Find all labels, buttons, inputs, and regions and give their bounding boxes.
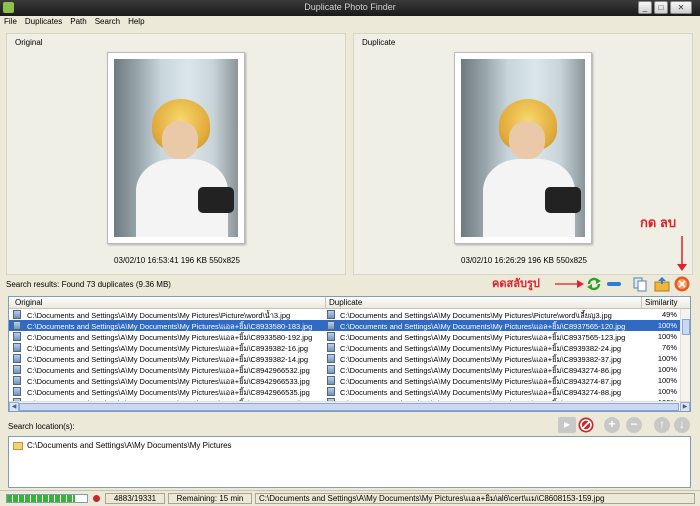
duplicate-label: Duplicate bbox=[362, 38, 396, 47]
table-row[interactable]: C:\Documents and Settings\A\My Documents… bbox=[9, 386, 681, 397]
delete-annotation: กด ลบ bbox=[640, 215, 677, 230]
file-icon bbox=[327, 332, 335, 341]
swap-icon[interactable] bbox=[586, 276, 602, 292]
table-row[interactable]: C:\Documents and Settings\A\My Documents… bbox=[9, 353, 681, 364]
col-original[interactable]: Original bbox=[15, 298, 43, 307]
menu-help[interactable]: Help bbox=[124, 16, 148, 27]
duplicate-preview-panel: Duplicate 03/02/10 16:26:29 196 KB 550x8… bbox=[353, 33, 693, 275]
maximize-button[interactable]: □ bbox=[654, 1, 668, 14]
results-table: Original Duplicate Similarity C:\Documen… bbox=[8, 296, 691, 412]
file-icon bbox=[13, 343, 21, 352]
table-row[interactable]: C:\Documents and Settings\A\My Documents… bbox=[9, 364, 681, 375]
add-location-icon[interactable]: + bbox=[604, 417, 620, 433]
similarity-value: 100% bbox=[657, 354, 677, 363]
scan-count: 4883/19331 bbox=[105, 493, 165, 504]
table-row[interactable]: C:\Documents and Settings\A\My Documents… bbox=[9, 375, 681, 386]
table-row[interactable]: C:\Documents and Settings\A\My Documents… bbox=[9, 309, 681, 320]
menu-path[interactable]: Path bbox=[66, 16, 90, 27]
swap-arrow-icon bbox=[555, 280, 584, 288]
original-caption: 03/02/10 16:53:41 196 KB 550x825 bbox=[114, 256, 240, 265]
file-icon bbox=[327, 376, 335, 385]
minimize-button[interactable]: _ bbox=[638, 1, 652, 14]
col-duplicate[interactable]: Duplicate bbox=[329, 298, 362, 307]
status-bar: 4883/19331 Remaining: 15 min C:\Document… bbox=[0, 490, 700, 506]
swap-annotation: คดสลับรูป bbox=[492, 278, 540, 290]
menu-search[interactable]: Search bbox=[91, 16, 124, 27]
file-icon bbox=[13, 376, 21, 385]
scroll-right-button[interactable]: ▶ bbox=[680, 402, 690, 411]
similarity-value: 49% bbox=[661, 310, 677, 319]
file-icon bbox=[327, 365, 335, 374]
table-row[interactable]: C:\Documents and Settings\A\My Documents… bbox=[9, 320, 681, 331]
move-up-icon[interactable]: ↑ bbox=[654, 417, 670, 433]
copy-icon[interactable] bbox=[632, 276, 648, 292]
similarity-value: 100% bbox=[657, 365, 677, 374]
table-row[interactable]: C:\Documents and Settings\A\My Documents… bbox=[9, 331, 681, 342]
time-remaining: Remaining: 15 min bbox=[168, 493, 252, 504]
vertical-scrollbar[interactable] bbox=[680, 309, 690, 401]
results-summary: Search results: Found 73 duplicates (9.3… bbox=[6, 280, 171, 289]
scan-progress-bar bbox=[6, 494, 88, 503]
similarity-value: 100% bbox=[657, 321, 677, 330]
title-bar: Duplicate Photo Finder _ □ ✕ bbox=[0, 0, 700, 16]
search-locations-list: C:\Documents and Settings\A\My Documents… bbox=[8, 436, 691, 488]
table-header: Original Duplicate Similarity bbox=[9, 297, 690, 309]
search-locations-label: Search location(s): bbox=[8, 422, 75, 431]
add-folder-icon[interactable]: ▸ bbox=[558, 417, 576, 433]
remove-location-icon[interactable]: − bbox=[626, 417, 642, 433]
file-icon bbox=[327, 343, 335, 352]
horizontal-scrollbar[interactable]: ◀ ▶ bbox=[9, 401, 690, 411]
col-similarity[interactable]: Similarity bbox=[645, 298, 677, 307]
original-photo[interactable] bbox=[107, 52, 245, 244]
original-label: Original bbox=[15, 38, 43, 47]
close-button[interactable]: ✕ bbox=[670, 1, 692, 14]
scroll-left-button[interactable]: ◀ bbox=[9, 402, 19, 411]
file-icon bbox=[13, 310, 21, 319]
original-preview-panel: Original 03/02/10 16:53:41 196 KB 550x82… bbox=[6, 33, 346, 275]
stop-icon[interactable] bbox=[578, 417, 594, 433]
similarity-value: 100% bbox=[657, 387, 677, 396]
file-icon bbox=[327, 310, 335, 319]
delete-icon[interactable] bbox=[674, 276, 690, 292]
file-icon bbox=[13, 365, 21, 374]
file-icon bbox=[13, 321, 21, 330]
file-icon bbox=[13, 332, 21, 341]
similarity-value: 76% bbox=[661, 343, 677, 352]
menu-duplicates[interactable]: Duplicates bbox=[21, 16, 66, 27]
file-icon bbox=[13, 354, 21, 363]
folder-icon bbox=[13, 441, 23, 450]
file-icon bbox=[327, 354, 335, 363]
duplicate-photo[interactable] bbox=[454, 52, 592, 244]
file-icon bbox=[327, 321, 335, 330]
location-item[interactable]: C:\Documents and Settings\A\My Documents… bbox=[13, 441, 232, 450]
delete-arrow-icon bbox=[677, 236, 687, 271]
menu-file[interactable]: File bbox=[0, 16, 21, 27]
stop-scan-icon[interactable] bbox=[93, 495, 100, 502]
move-folder-icon[interactable] bbox=[654, 276, 670, 292]
duplicate-caption: 03/02/10 16:26:29 196 KB 550x825 bbox=[461, 256, 587, 265]
file-icon bbox=[13, 387, 21, 396]
current-file-path: C:\Documents and Settings\A\My Documents… bbox=[255, 493, 695, 504]
file-icon bbox=[327, 387, 335, 396]
menu-bar: File Duplicates Path Search Help bbox=[0, 16, 700, 29]
minus-icon[interactable] bbox=[606, 276, 622, 292]
move-down-icon[interactable]: ↓ bbox=[674, 417, 690, 433]
window-title: Duplicate Photo Finder bbox=[304, 2, 396, 12]
similarity-value: 100% bbox=[657, 376, 677, 385]
similarity-value: 100% bbox=[657, 332, 677, 341]
table-row[interactable]: C:\Documents and Settings\A\My Documents… bbox=[9, 342, 681, 353]
